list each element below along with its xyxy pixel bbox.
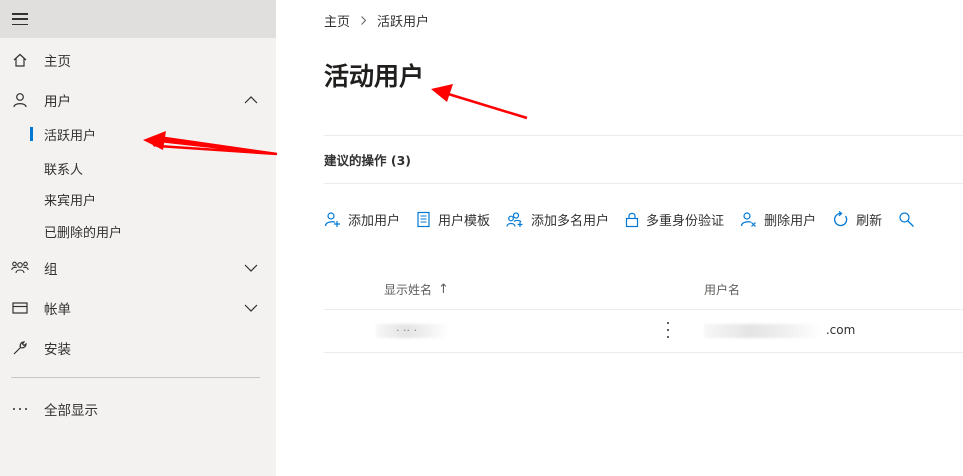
billing-card-icon [11,299,29,317]
divider [324,135,963,136]
nav-label-setup: 安装 [44,342,71,358]
column-header-display-name[interactable]: 显示姓名 ↑ [384,281,449,298]
nav-subitem-active-users[interactable]: 活跃用户 [0,121,276,147]
breadcrumb: 主页 活跃用户 [324,11,429,30]
redacted-username [704,323,822,338]
add-user-label: 添加用户 [348,213,401,229]
chevron-down-icon[interactable] [244,301,258,315]
hamburger-menu-icon[interactable] [12,13,28,25]
wrench-icon [11,339,29,357]
overflow-search-button[interactable] [898,211,922,228]
nav-subitem-guest-users[interactable]: 来宾用户 [0,186,276,212]
chevron-right-icon [361,16,367,25]
nav-label-guest-users: 来宾用户 [44,193,97,209]
breadcrumb-active-users: 活跃用户 [377,15,430,30]
nav-label-contacts: 联系人 [44,162,84,178]
more-ellipsis-icon [11,400,29,418]
nav-item-setup[interactable]: 安装 [0,334,276,362]
nav-label-billing: 帐单 [44,302,71,318]
nav-label-groups: 组 [44,262,58,278]
user-icon [11,91,29,109]
divider [324,183,963,184]
nav-item-home[interactable]: 主页 [0,46,276,74]
sort-ascending-icon: ↑ [438,282,449,297]
refresh-icon [834,210,848,226]
nav-label-deleted-users: 已删除的用户 [44,225,123,241]
add-multiple-users-button[interactable]: 添加多名用户 [506,210,609,229]
mfa-button[interactable]: 多重身份验证 [625,210,724,229]
suggested-actions-toggle[interactable]: 建议的操作 (3) [324,150,411,169]
page-title: 活动用户 [324,62,425,91]
user-templates-label: 用户模板 [438,213,491,229]
nav-subitem-contacts[interactable]: 联系人 [0,155,276,181]
column-header-display-name-label: 显示姓名 [384,283,433,297]
sidebar-header [0,0,276,38]
nav-label-users: 用户 [44,94,71,110]
add-user-button[interactable]: 添加用户 [324,210,400,229]
nav-label-show-all: 全部显示 [44,403,98,419]
nav-item-show-all[interactable]: 全部显示 [0,395,276,423]
nav-subitem-deleted-users[interactable]: 已删除的用户 [0,218,276,244]
chevron-down-icon[interactable] [244,261,258,275]
column-header-username[interactable]: 用户名 [704,281,740,298]
row-display-name[interactable]: · ·· · [376,323,448,338]
refresh-button[interactable]: 刷新 [832,210,882,229]
lock-icon [625,212,639,227]
sidebar: 主页 用户 活跃用户 联系人 来宾用户 已删除的用户 组 帐单 安装 全部显示 [0,0,276,476]
breadcrumb-home[interactable]: 主页 [324,11,350,30]
display-name-fragment: · ·· · [396,324,417,337]
delete-user-label: 删除用户 [764,213,817,229]
groups-icon [11,259,29,277]
home-icon [11,51,29,69]
add-multiple-users-icon [506,211,523,227]
more-actions-icon[interactable] [664,322,672,338]
add-multiple-users-label: 添加多名用户 [531,213,610,229]
nav-item-billing[interactable]: 帐单 [0,294,276,322]
nav-item-groups[interactable]: 组 [0,254,276,282]
user-templates-button[interactable]: 用户模板 [416,210,490,229]
template-icon [417,211,430,227]
add-user-icon [324,211,340,227]
command-bar: 添加用户 用户模板 添加多名用户 多重身份验证 删除用户 刷新 [324,206,938,232]
nav-item-users[interactable]: 用户 [0,86,276,114]
search-user-icon [899,211,915,227]
chevron-up-icon[interactable] [244,93,258,107]
table-header-separator [324,309,963,310]
nav-label-home: 主页 [44,54,71,70]
delete-user-icon [740,211,756,227]
column-header-username-label: 用户名 [704,283,741,297]
refresh-label: 刷新 [856,213,883,229]
username-suffix: .com [825,323,856,337]
table-row-separator [324,352,963,353]
main-content: 主页 活跃用户 活动用户 建议的操作 (3) 添加用户 用户模板 添加多名用户 … [276,0,963,476]
delete-user-button[interactable]: 删除用户 [740,210,816,229]
active-indicator [30,127,33,141]
sidebar-divider [11,377,260,378]
nav-label-active-users: 活跃用户 [44,128,97,144]
row-username: .com [704,323,855,338]
mfa-label: 多重身份验证 [646,213,725,229]
